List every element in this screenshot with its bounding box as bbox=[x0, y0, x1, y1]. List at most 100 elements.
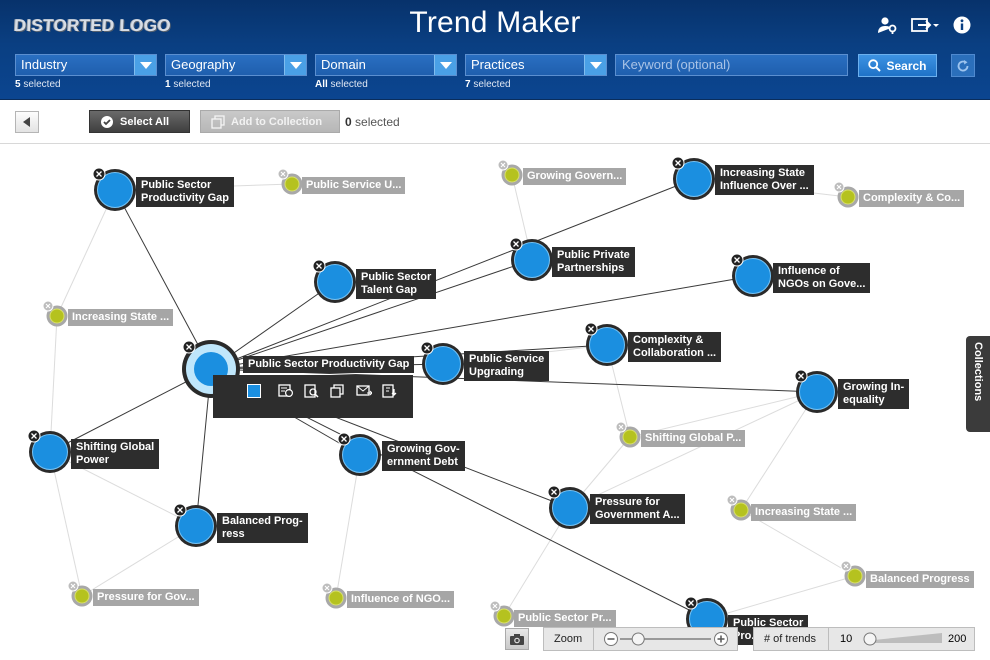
trend-node-n7[interactable] bbox=[582, 320, 632, 370]
zoom-slider[interactable] bbox=[596, 628, 736, 650]
trend-node-n13[interactable] bbox=[171, 501, 221, 551]
refresh-icon bbox=[957, 59, 969, 71]
app-header: DISTORTED LOGO Trend Maker Industry 5 se… bbox=[0, 0, 990, 100]
practices-select-label: Practices bbox=[471, 57, 525, 72]
keyword-input[interactable]: Keyword (optional) bbox=[615, 54, 848, 76]
practices-select[interactable]: Practices bbox=[465, 54, 607, 76]
email-icon[interactable] bbox=[355, 382, 373, 400]
preview-icon[interactable] bbox=[303, 382, 321, 400]
domain-selected-count: All selected bbox=[315, 79, 457, 90]
industry-select-label: Industry bbox=[21, 57, 68, 72]
search-button-label: Search bbox=[886, 58, 927, 73]
minor-trend-label-m4[interactable]: Increasing State ... bbox=[68, 309, 174, 326]
trends-slider-thumb[interactable] bbox=[863, 632, 877, 646]
search-icon bbox=[868, 59, 882, 72]
geography-count-suffix: selected bbox=[170, 79, 211, 90]
chevron-down-icon[interactable] bbox=[434, 55, 456, 75]
action-toolbar: Select All Add to Collection 0 selected bbox=[0, 100, 990, 144]
minor-trend-label-m6[interactable]: Increasing State ... bbox=[751, 504, 857, 521]
practices-count-suffix: selected bbox=[470, 79, 511, 90]
minor-trend-label-m9[interactable]: Influence of NGO... bbox=[347, 591, 455, 608]
domain-filter[interactable]: Domain All selected bbox=[315, 54, 457, 90]
geography-selected-count: 1 selected bbox=[165, 79, 307, 90]
zoom-slider-thumb[interactable] bbox=[631, 632, 645, 646]
trend-node-n5[interactable] bbox=[669, 154, 719, 204]
selected-count-suffix: selected bbox=[351, 115, 400, 129]
trends-slider[interactable] bbox=[856, 628, 946, 650]
checkmark-icon bbox=[101, 115, 113, 128]
trend-label-n7[interactable]: Complexity & Collaboration ... bbox=[628, 332, 722, 362]
trend-node-n8[interactable] bbox=[418, 339, 468, 389]
practices-filter[interactable]: Practices 7 selected bbox=[465, 54, 607, 90]
collections-tab[interactable]: Collections bbox=[966, 336, 990, 432]
geography-select[interactable]: Geography bbox=[165, 54, 307, 76]
trend-node-n9[interactable] bbox=[792, 367, 842, 417]
download-pdf-icon[interactable] bbox=[381, 382, 399, 400]
zoom-control: Zoom bbox=[543, 627, 738, 651]
industry-selected-count: 5 selected bbox=[15, 79, 157, 90]
account-settings-icon[interactable] bbox=[876, 14, 898, 36]
add-to-collection-label: Add to Collection bbox=[231, 115, 323, 128]
trend-graph-canvas[interactable]: Public Sector Productivity Gap Public Se… bbox=[0, 144, 990, 660]
chevron-down-icon[interactable] bbox=[134, 55, 156, 75]
trend-label-n5[interactable]: Increasing State Influence Over ... bbox=[715, 165, 814, 195]
select-all-label: Select All bbox=[120, 115, 170, 128]
camera-icon bbox=[510, 633, 524, 645]
trend-node-n12[interactable] bbox=[545, 483, 595, 533]
minor-trend-label-m3[interactable]: Complexity & Co... bbox=[859, 190, 965, 207]
trend-label-n13[interactable]: Balanced Prog- ress bbox=[217, 513, 308, 543]
add-to-collection-button[interactable]: Add to Collection bbox=[200, 110, 340, 133]
industry-filter[interactable]: Industry 5 selected bbox=[15, 54, 157, 90]
zoom-label: Zoom bbox=[544, 628, 594, 650]
trend-label-n11[interactable]: Growing Gov- ernment Debt bbox=[382, 441, 465, 471]
selected-count: 0 selected bbox=[345, 115, 400, 129]
trend-count-control: # of trends 10 200 bbox=[753, 627, 975, 651]
trend-label-selected[interactable]: Public Sector Productivity Gap bbox=[243, 356, 415, 373]
trend-node-n4[interactable] bbox=[507, 235, 557, 285]
geography-filter[interactable]: Geography 1 selected bbox=[165, 54, 307, 90]
minor-trend-label-m1[interactable]: Public Service U... bbox=[302, 177, 406, 194]
trend-label-n6[interactable]: Influence of NGOs on Gove... bbox=[773, 263, 871, 293]
trend-label-n4[interactable]: Public Private Partnerships bbox=[552, 247, 635, 277]
trend-node-n3[interactable] bbox=[310, 257, 360, 307]
industry-select[interactable]: Industry bbox=[15, 54, 157, 76]
trends-min-label: 10 bbox=[840, 633, 853, 645]
trend-node-n6[interactable] bbox=[728, 251, 778, 301]
collections-tab-label: Collections bbox=[972, 342, 984, 402]
industry-count-suffix: selected bbox=[20, 79, 61, 90]
collection-icon bbox=[211, 114, 225, 129]
select-checkbox[interactable] bbox=[247, 384, 261, 398]
trend-label-n3[interactable]: Public Sector Talent Gap bbox=[356, 269, 437, 299]
minor-trend-label-m7[interactable]: Balanced Progress bbox=[866, 571, 974, 588]
back-button[interactable] bbox=[15, 111, 39, 133]
info-icon[interactable] bbox=[951, 14, 973, 36]
trend-node-n11[interactable] bbox=[335, 430, 385, 480]
export-icon[interactable] bbox=[910, 14, 940, 36]
minor-trend-label-m10[interactable]: Public Sector Pr... bbox=[514, 610, 616, 627]
major-edges bbox=[49, 178, 818, 620]
chevron-down-icon[interactable] bbox=[584, 55, 606, 75]
trends-max-label: 200 bbox=[948, 633, 967, 645]
trend-label-n12[interactable]: Pressure for Government A... bbox=[590, 494, 685, 524]
add-collection-icon[interactable] bbox=[329, 382, 347, 400]
minor-trend-label-m2[interactable]: Growing Govern... bbox=[523, 168, 627, 185]
chevron-down-icon[interactable] bbox=[284, 55, 306, 75]
search-button[interactable]: Search bbox=[858, 54, 937, 77]
trend-label-n8[interactable]: Public Service Upgrading bbox=[464, 351, 550, 381]
select-all-button[interactable]: Select All bbox=[89, 110, 190, 133]
minor-edges bbox=[49, 174, 856, 620]
trend-label-n10[interactable]: Shifting Global Power bbox=[71, 439, 160, 469]
trend-node-n1[interactable] bbox=[90, 165, 140, 215]
geography-select-label: Geography bbox=[171, 57, 236, 72]
minor-trend-label-m8[interactable]: Pressure for Gov... bbox=[93, 589, 199, 606]
node-action-tools bbox=[213, 375, 413, 418]
minor-trend-label-m5[interactable]: Shifting Global P... bbox=[641, 430, 746, 447]
snapshot-button[interactable] bbox=[505, 628, 529, 650]
domain-select[interactable]: Domain bbox=[315, 54, 457, 76]
domain-count-suffix: selected bbox=[327, 79, 368, 90]
trend-node-n10[interactable] bbox=[25, 427, 75, 477]
details-icon[interactable] bbox=[277, 382, 295, 400]
trend-label-n9[interactable]: Growing In- equality bbox=[838, 379, 910, 409]
trend-label-n1[interactable]: Public Sector Productivity Gap bbox=[136, 177, 235, 207]
refresh-button[interactable] bbox=[951, 54, 975, 77]
